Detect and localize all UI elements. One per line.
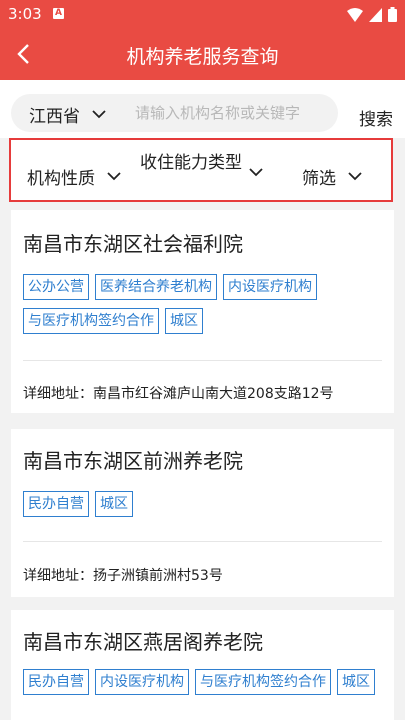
filter-capacity-label: 收住能力类型 xyxy=(140,153,242,173)
status-icons xyxy=(347,7,397,22)
page-title: 机构养老服务查询 xyxy=(126,46,279,68)
institution-tag: 城区 xyxy=(95,491,133,517)
province-selector[interactable]: 江西省 xyxy=(29,102,106,127)
search-input[interactable] xyxy=(135,100,330,126)
institution-card[interactable]: 南昌市东湖区社会福利院 公办公营 医养结合养老机构 内设医疗机构 与医疗机构签约… xyxy=(11,210,394,413)
chevron-down-icon xyxy=(348,172,362,181)
institution-card[interactable]: 南昌市东湖区燕居阁养老院 民办自营 内设医疗机构 与医疗机构签约合作 城区 xyxy=(11,610,394,720)
institution-tag: 医养结合养老机构 xyxy=(95,274,217,300)
search-button[interactable]: 搜索 xyxy=(359,105,393,130)
app-bar: 机构养老服务查询 xyxy=(0,30,405,80)
address-value: 扬子洲镇前洲村53号 xyxy=(93,568,223,584)
institution-name: 南昌市东湖区前洲养老院 xyxy=(23,449,243,473)
institution-tag: 与医疗机构签约合作 xyxy=(23,308,159,334)
institution-tag: 城区 xyxy=(165,308,203,334)
institution-address: 详细地址：扬子洲镇前洲村53号 xyxy=(23,565,223,585)
address-value: 南昌市红谷滩庐山南大道208支路12号 xyxy=(93,386,334,402)
institution-tag: 与医疗机构签约合作 xyxy=(195,669,331,695)
institution-name: 南昌市东湖区燕居阁养老院 xyxy=(23,630,263,654)
filter-nature-label: 机构性质 xyxy=(27,169,95,189)
status-time: 3:03 xyxy=(8,5,42,23)
chevron-down-icon xyxy=(107,172,121,181)
filter-bar: 机构性质 收住能力类型 筛选 xyxy=(9,138,393,202)
institution-name: 南昌市东湖区社会福利院 xyxy=(23,232,243,256)
filter-capacity-type[interactable]: 收住能力类型 xyxy=(140,150,244,176)
address-prefix: 详细地址： xyxy=(23,386,93,402)
notification-icon: A xyxy=(53,8,64,19)
tag-list: 公办公营 医养结合养老机构 内设医疗机构 与医疗机构签约合作 城区 xyxy=(23,274,384,334)
institution-tag: 民办自营 xyxy=(23,669,89,695)
institution-tag: 公办公营 xyxy=(23,274,89,300)
institution-card[interactable]: 南昌市东湖区前洲养老院 民办自营 城区 详细地址：扬子洲镇前洲村53号 xyxy=(11,429,394,597)
battery-icon xyxy=(388,7,397,22)
status-bar: 3:03 A xyxy=(0,0,405,30)
tag-list: 民办自营 城区 xyxy=(23,491,384,517)
tag-list: 民办自营 内设医疗机构 与医疗机构签约合作 城区 xyxy=(23,669,384,695)
filter-screen-label: 筛选 xyxy=(302,169,336,189)
chevron-down-icon xyxy=(92,110,106,119)
institution-address: 详细地址：南昌市红谷滩庐山南大道208支路12号 xyxy=(23,383,334,403)
divider xyxy=(23,360,382,361)
chevron-down-icon xyxy=(249,168,263,177)
institution-tag: 城区 xyxy=(337,669,375,695)
search-pill: 江西省 xyxy=(11,94,338,132)
divider xyxy=(23,541,382,542)
province-label: 江西省 xyxy=(29,107,80,127)
filter-screen[interactable]: 筛选 xyxy=(302,164,362,189)
address-prefix: 详细地址： xyxy=(23,568,93,584)
institution-tag: 民办自营 xyxy=(23,491,89,517)
signal-icon xyxy=(369,7,382,22)
filter-institution-nature[interactable]: 机构性质 xyxy=(27,164,121,189)
wifi-icon xyxy=(347,7,363,22)
search-bar: 江西省 搜索 xyxy=(0,80,405,138)
institution-tag: 内设医疗机构 xyxy=(95,669,189,695)
institution-tag: 内设医疗机构 xyxy=(223,274,317,300)
